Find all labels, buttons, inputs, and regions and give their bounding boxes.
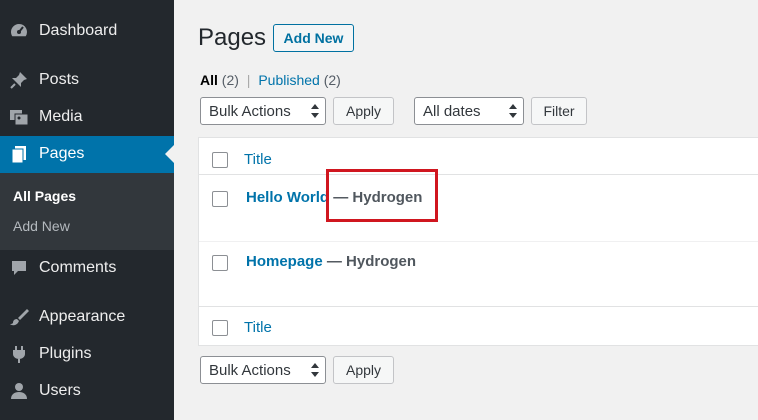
bulk-actions-value: Bulk Actions: [209, 103, 291, 120]
divider: [199, 241, 758, 242]
apply-button-bottom[interactable]: Apply: [333, 356, 394, 384]
plugin-icon: [9, 344, 29, 364]
divider: [199, 306, 758, 307]
sidebar-item-label: Users: [39, 382, 81, 399]
user-icon: [9, 381, 29, 401]
filter-published-count: (2): [323, 72, 341, 88]
bulk-actions-select-top[interactable]: Bulk Actions: [200, 97, 326, 125]
pages-icon: [9, 144, 29, 164]
column-footer-title[interactable]: Title: [244, 319, 272, 336]
media-icon: [9, 107, 29, 127]
filter-button[interactable]: Filter: [531, 97, 587, 125]
sidebar-item-label: Appearance: [39, 308, 126, 325]
row-title-dash: —: [326, 253, 342, 270]
annotation-highlight-box: [326, 169, 438, 222]
sidebar-item-dashboard[interactable]: Dashboard: [0, 13, 174, 50]
sidebar-item-label: Posts: [39, 71, 80, 88]
submenu-item-add-new[interactable]: Add New: [13, 218, 70, 234]
filter-all-link[interactable]: All: [200, 72, 218, 88]
row-title-link[interactable]: Hello World: [246, 189, 329, 206]
page-title: Pages: [198, 24, 267, 51]
comment-icon: [9, 258, 29, 278]
sidebar-item-plugins[interactable]: Plugins: [0, 336, 174, 373]
bulk-actions-value: Bulk Actions: [209, 362, 291, 379]
column-header-title[interactable]: Title: [244, 151, 272, 168]
select-all-checkbox-bottom[interactable]: [212, 320, 228, 336]
pushpin-icon: [9, 70, 29, 90]
sidebar-item-label: Dashboard: [39, 22, 118, 39]
row-checkbox[interactable]: [212, 191, 228, 207]
filter-published-link[interactable]: Published: [258, 72, 320, 88]
sidebar-item-pages[interactable]: Pages: [0, 136, 174, 173]
row-checkbox[interactable]: [212, 255, 228, 271]
submenu-item-all-pages[interactable]: All Pages: [13, 188, 76, 204]
divider: [199, 174, 758, 175]
sidebar-item-comments[interactable]: Comments: [0, 250, 174, 287]
dashboard-icon: [9, 21, 29, 41]
select-caret-icon: [509, 102, 517, 120]
select-caret-icon: [311, 361, 319, 379]
pages-submenu: All Pages Add New: [0, 173, 174, 250]
row-title-link[interactable]: Homepage: [246, 253, 323, 270]
sidebar-item-users[interactable]: Users: [0, 373, 174, 410]
row-post-state: Hydrogen: [346, 253, 417, 270]
select-all-checkbox-top[interactable]: [212, 152, 228, 168]
select-caret-icon: [311, 102, 319, 120]
sidebar-item-label: Plugins: [39, 345, 92, 362]
sidebar-item-label: Comments: [39, 259, 117, 276]
table-row: Homepage — Hydrogen: [246, 253, 416, 270]
sidebar-item-appearance[interactable]: Appearance: [0, 299, 174, 336]
dates-value: All dates: [423, 103, 481, 120]
pages-table: Title Hello World — Hydrogen Homepage — …: [198, 137, 758, 346]
sidebar-item-label: Pages: [39, 145, 85, 162]
add-new-button[interactable]: Add New: [273, 24, 354, 52]
bulk-actions-select-bottom[interactable]: Bulk Actions: [200, 356, 326, 384]
status-filter-links: All (2) | Published (2): [200, 72, 341, 88]
apply-button-top[interactable]: Apply: [333, 97, 394, 125]
sidebar-item-label: Media: [39, 108, 83, 125]
filter-separator: |: [246, 72, 251, 88]
admin-sidebar: Dashboard Posts Media Pages All Pages Ad…: [0, 0, 174, 420]
sidebar-item-media[interactable]: Media: [0, 99, 174, 136]
filter-all-count: (2): [221, 72, 239, 88]
paintbrush-icon: [9, 307, 29, 327]
active-indicator: [165, 145, 174, 163]
sidebar-item-posts[interactable]: Posts: [0, 62, 174, 99]
dates-select[interactable]: All dates: [414, 97, 524, 125]
